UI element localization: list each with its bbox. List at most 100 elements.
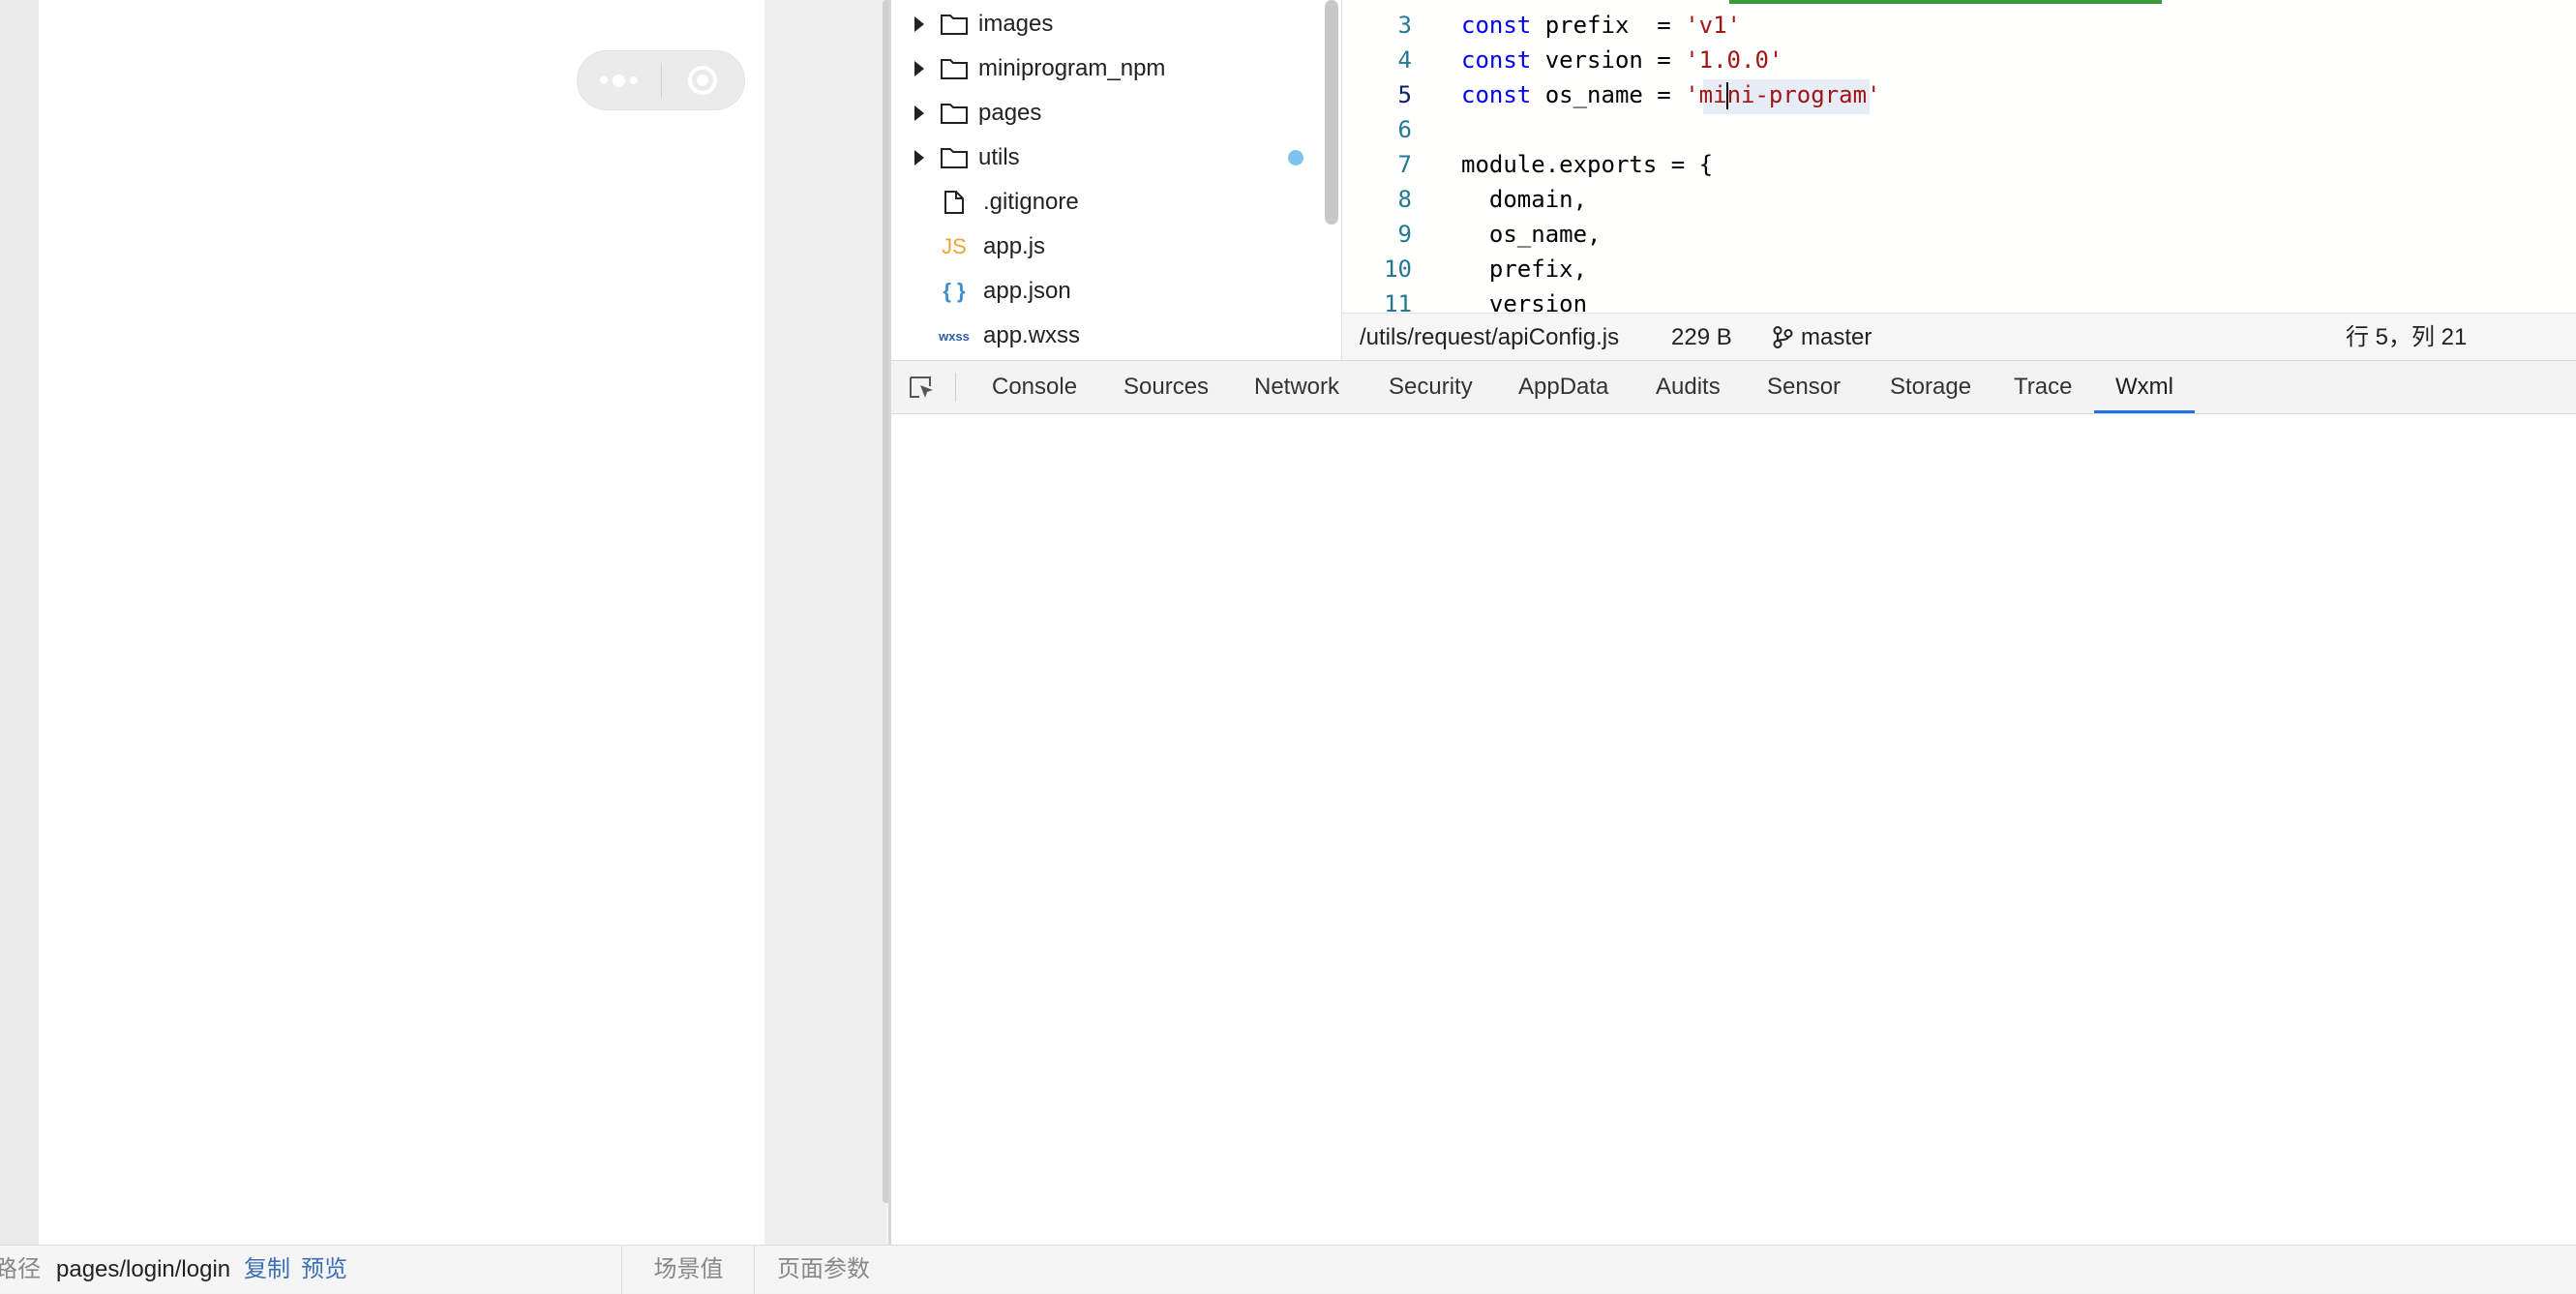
git-branch-icon: [1773, 326, 1793, 348]
cursor-position-status[interactable]: 行 5，列 21: [2346, 314, 2467, 361]
modified-indicator: [1288, 150, 1303, 166]
editor-status-bar: /utils/request/apiConfig.js 229 B master…: [1342, 313, 2576, 360]
expand-caret-icon[interactable]: [914, 16, 924, 32]
close-miniprogram-button[interactable]: [662, 51, 745, 109]
tab-audits[interactable]: Audits: [1656, 361, 1721, 413]
json-file-icon: { }: [943, 279, 966, 303]
simulator-footer: 路径 pages/login/login 复制 预览 场景值 页面参数: [0, 1245, 892, 1294]
wxss-file-icon: wxss: [939, 328, 970, 344]
simulator-screen[interactable]: [39, 0, 764, 1245]
code-token: prefix =: [1531, 12, 1686, 39]
file-size-status: 229 B: [1671, 324, 1732, 350]
tab-sensor[interactable]: Sensor: [1767, 361, 1841, 413]
code-token: domain,: [1461, 186, 1588, 213]
file-path-status[interactable]: /utils/request/apiConfig.js: [1360, 314, 1619, 361]
string-token: 'mi: [1685, 81, 1727, 108]
scene-value-button[interactable]: 场景值: [621, 1246, 755, 1294]
folder-icon: [940, 101, 969, 126]
diff-underline: [1729, 0, 2162, 4]
code-token: os_name =: [1531, 81, 1686, 108]
tree-item-miniprogram-npm[interactable]: miniprogram_npm: [891, 46, 1327, 91]
more-menu-button[interactable]: [578, 51, 661, 109]
code-line[interactable]: 5 const os_name = 'mini-program': [1342, 77, 2576, 112]
file-explorer: images miniprogram_npm pages utils .giti…: [891, 0, 1342, 360]
tree-item-pages[interactable]: pages: [891, 91, 1327, 135]
code-text: const os_name = 'mini-program': [1461, 77, 1881, 112]
string-token: ni-program': [1726, 81, 1881, 108]
devtools-panel-content[interactable]: [891, 414, 2576, 1245]
code-token: os_name,: [1461, 221, 1602, 248]
code-text: const prefix = 'v1': [1461, 8, 1741, 43]
file-tree-scrollbar[interactable]: [1325, 0, 1338, 225]
code-line[interactable]: 9 os_name,: [1342, 217, 2576, 252]
devtools-footer: [891, 1245, 2576, 1293]
preview-link[interactable]: 预览: [301, 1246, 347, 1294]
page-path-value: pages/login/login: [56, 1256, 231, 1282]
tab-security[interactable]: Security: [1389, 361, 1473, 413]
page-params-button[interactable]: 页面参数: [754, 1246, 892, 1294]
tree-item-label: miniprogram_npm: [978, 55, 1166, 81]
code-token: version =: [1531, 46, 1686, 74]
line-number: 11: [1384, 290, 1412, 313]
tree-item-images[interactable]: images: [891, 2, 1327, 46]
folder-icon: [940, 12, 969, 37]
code-text: prefix,: [1461, 252, 1587, 286]
tab-wxml[interactable]: Wxml: [2094, 361, 2195, 413]
git-branch-status[interactable]: master: [1801, 314, 1872, 361]
string-token: 'v1': [1685, 12, 1741, 39]
folder-icon: [940, 56, 969, 81]
code-text: const version = '1.0.0': [1461, 43, 1782, 77]
tree-item-label: .gitignore: [983, 189, 1079, 215]
copy-path-link[interactable]: 复制: [244, 1246, 290, 1294]
code-line[interactable]: 8 domain,: [1342, 182, 2576, 217]
code-text: domain,: [1461, 182, 1587, 217]
tab-console[interactable]: Console: [992, 361, 1077, 413]
tree-item-app-wxss[interactable]: wxss app.wxss: [891, 314, 1327, 358]
more-dots-icon: [600, 74, 639, 87]
devtools-tab-bar: Console Sources Network Security AppData…: [891, 360, 2576, 414]
tree-item-utils[interactable]: utils: [891, 135, 1327, 180]
code-text: version: [1461, 286, 1587, 313]
code-text: os_name,: [1461, 217, 1602, 252]
code-line[interactable]: 10 prefix,: [1342, 252, 2576, 286]
line-number: 3: [1397, 12, 1412, 39]
expand-caret-icon[interactable]: [914, 105, 924, 121]
line-number: 8: [1397, 186, 1412, 213]
code-line[interactable]: 7 module.exports = {: [1342, 147, 2576, 182]
keyword-token: const: [1461, 12, 1532, 39]
code-line[interactable]: 6: [1342, 112, 2576, 147]
tree-item-app-json[interactable]: { } app.json: [891, 269, 1327, 314]
expand-caret-icon[interactable]: [914, 150, 924, 166]
tab-separator: [955, 373, 956, 402]
code-token: module.exports = {: [1461, 151, 1714, 178]
tab-network[interactable]: Network: [1254, 361, 1339, 413]
tree-item-label: app.js: [983, 233, 1046, 259]
target-circle-icon: [688, 66, 718, 95]
tab-trace[interactable]: Trace: [2014, 361, 2072, 413]
code-line[interactable]: 4 const version = '1.0.0': [1342, 43, 2576, 77]
simulator-right-gutter: [764, 0, 885, 1245]
line-number: 4: [1397, 46, 1412, 74]
tree-item-label: app.wxss: [983, 322, 1081, 348]
tab-storage[interactable]: Storage: [1890, 361, 1971, 413]
expand-caret-icon[interactable]: [914, 61, 924, 76]
code-token: version: [1461, 290, 1588, 313]
tab-sources[interactable]: Sources: [1123, 361, 1209, 413]
keyword-token: const: [1461, 46, 1532, 74]
tree-item-label: pages: [978, 100, 1042, 126]
code-line[interactable]: 11 version: [1342, 286, 2576, 313]
line-number: 9: [1397, 221, 1412, 248]
code-editor[interactable]: 3 const prefix = 'v1' 4 const version = '1.…: [1342, 0, 2576, 313]
tree-item-app-js[interactable]: JS app.js: [891, 225, 1327, 269]
tab-appdata[interactable]: AppData: [1518, 361, 1608, 413]
page-path-label: 路径: [0, 1256, 41, 1282]
element-inspector-icon[interactable]: [908, 375, 937, 402]
tree-item-label: images: [978, 11, 1054, 37]
keyword-token: const: [1461, 81, 1532, 108]
code-line[interactable]: 3 const prefix = 'v1': [1342, 8, 2576, 43]
js-file-icon: JS: [942, 234, 967, 258]
code-token: prefix,: [1461, 256, 1588, 283]
tree-item-label: app.json: [983, 278, 1071, 304]
tree-item-gitignore[interactable]: .gitignore: [891, 180, 1327, 225]
folder-icon: [940, 145, 969, 170]
